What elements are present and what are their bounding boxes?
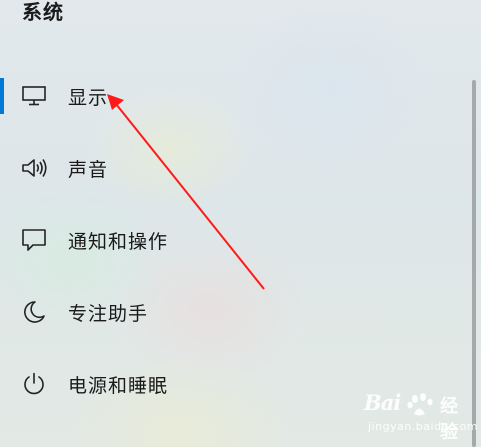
watermark-url: jingyan.baidu.com bbox=[368, 420, 479, 433]
moon-icon bbox=[20, 298, 48, 326]
nav-item-focus-assist[interactable]: 专注助手 bbox=[0, 276, 470, 348]
nav-item-label: 显示 bbox=[68, 86, 109, 109]
scrollbar[interactable] bbox=[472, 80, 476, 447]
speaker-icon bbox=[20, 154, 48, 182]
nav-item-label: 电源和睡眠 bbox=[68, 374, 169, 397]
monitor-icon bbox=[20, 82, 48, 110]
watermark-brand: Bai bbox=[364, 390, 401, 415]
section-title: 系统 bbox=[22, 0, 64, 24]
nav-item-label: 声音 bbox=[68, 158, 109, 181]
notification-icon bbox=[20, 226, 48, 254]
settings-nav: 显示 声音 通知和操作 专注助手 电源和睡眠 bbox=[0, 60, 470, 420]
nav-item-sound[interactable]: 声音 bbox=[0, 132, 470, 204]
nav-item-display[interactable]: 显示 bbox=[0, 60, 470, 132]
watermark-brand-suffix: 经验 bbox=[440, 396, 458, 443]
nav-item-label: 通知和操作 bbox=[68, 230, 169, 253]
baidu-watermark: Bai 经验 jingyan.baidu.com bbox=[362, 390, 478, 443]
nav-item-label: 专注助手 bbox=[68, 302, 149, 325]
paw-icon bbox=[406, 392, 436, 422]
nav-item-partial bbox=[60, 440, 100, 447]
selected-indicator bbox=[0, 78, 4, 114]
power-icon bbox=[20, 370, 48, 398]
nav-item-notifications[interactable]: 通知和操作 bbox=[0, 204, 470, 276]
